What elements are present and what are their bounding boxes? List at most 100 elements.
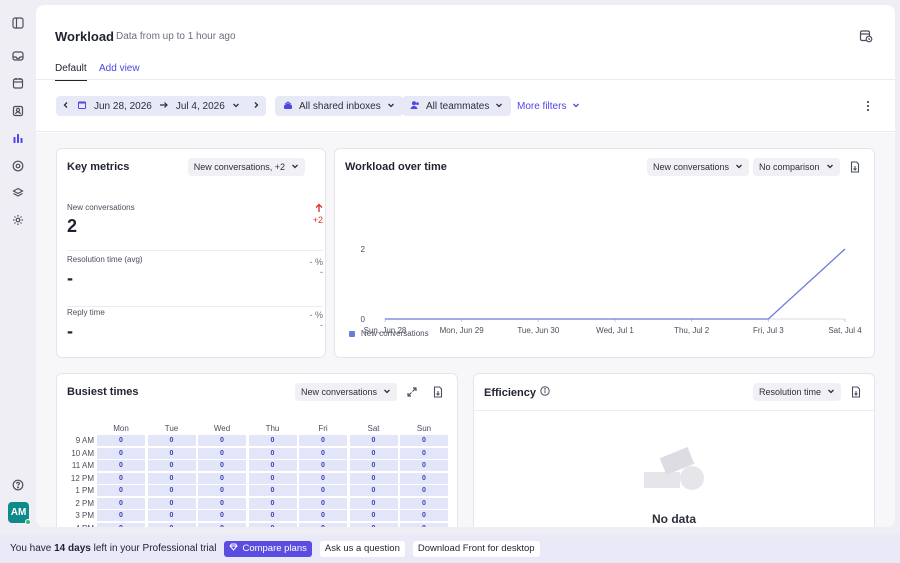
efficiency-metric-dropdown[interactable]: Resolution time <box>753 383 842 401</box>
x-tick-label: Thu, Jul 2 <box>674 326 710 335</box>
export-icon[interactable] <box>848 160 862 174</box>
sidebar-toggle-icon[interactable] <box>10 15 26 31</box>
next-week-button[interactable] <box>246 96 266 116</box>
schedule-report-icon[interactable] <box>859 29 873 43</box>
main-panel: Workload Data from up to 1 hour ago Defa… <box>36 5 895 527</box>
heatmap-cell[interactable]: 0 <box>147 435 196 447</box>
question-icon[interactable] <box>10 477 26 493</box>
heatmap-cell[interactable]: 0 <box>349 510 398 522</box>
heatmap-cell[interactable]: 0 <box>248 460 297 472</box>
heatmap-cell[interactable]: 0 <box>400 472 448 484</box>
heatmap-cell[interactable]: 0 <box>248 447 297 459</box>
date-end[interactable]: Jul 4, 2026 <box>176 101 225 112</box>
heatmap-cell[interactable]: 0 <box>299 510 347 522</box>
heatmap-cell[interactable]: 0 <box>349 522 398 527</box>
comparison-dropdown[interactable]: No comparison <box>753 158 840 176</box>
heatmap-cell[interactable]: 0 <box>198 447 246 459</box>
heatmap-cell[interactable]: 0 <box>400 460 448 472</box>
inboxes-filter[interactable]: All shared inboxes <box>275 96 403 116</box>
date-start[interactable]: Jun 28, 2026 <box>94 101 152 112</box>
teammates-filter-label: All teammates <box>426 100 490 112</box>
calendar-icon[interactable] <box>10 75 26 91</box>
teammates-icon <box>410 100 420 113</box>
heatmap-cell[interactable]: 0 <box>97 522 145 527</box>
heatmap-cell[interactable]: 0 <box>248 510 297 522</box>
heatmap-cell[interactable]: 0 <box>198 510 246 522</box>
heatmap-cell[interactable]: 0 <box>198 472 246 484</box>
heatmap-cell[interactable]: 0 <box>147 485 196 497</box>
tab-add-view[interactable]: Add view <box>99 63 140 74</box>
heatmap-cell[interactable]: 0 <box>400 522 448 527</box>
heatmap-cell[interactable]: 0 <box>248 472 297 484</box>
heatmap-cell[interactable]: 0 <box>248 485 297 497</box>
heatmap-cell[interactable]: 0 <box>349 447 398 459</box>
heatmap-cell[interactable]: 0 <box>97 485 145 497</box>
heatmap-cell[interactable]: 0 <box>147 510 196 522</box>
analytics-icon[interactable] <box>10 130 26 146</box>
heatmap-day-label: Thu <box>265 423 280 433</box>
heatmap-cell[interactable]: 0 <box>97 447 145 459</box>
teammates-filter[interactable]: All teammates <box>402 96 512 116</box>
heatmap-cell[interactable]: 0 <box>349 435 398 447</box>
heatmap-cell[interactable]: 0 <box>97 510 145 522</box>
chevron-left-icon[interactable] <box>62 101 70 112</box>
heatmap-cell[interactable]: 0 <box>248 435 297 447</box>
heatmap-cell[interactable]: 0 <box>299 447 347 459</box>
heatmap-cell[interactable]: 0 <box>400 435 448 447</box>
y-tick-label: 0 <box>361 315 366 324</box>
heatmap-cell[interactable]: 0 <box>349 460 398 472</box>
heatmap-cell[interactable]: 0 <box>299 460 347 472</box>
heatmap-cell[interactable]: 0 <box>198 435 246 447</box>
heatmap-cell[interactable]: 0 <box>97 472 145 484</box>
heatmap-cell[interactable]: 0 <box>299 472 347 484</box>
compare-plans-button[interactable]: Compare plans <box>224 540 312 557</box>
heatmap-cell[interactable]: 0 <box>198 460 246 472</box>
heatmap-cell[interactable]: 0 <box>147 472 196 484</box>
heatmap-cell[interactable]: 0 <box>147 522 196 527</box>
heatmap-cell[interactable]: 0 <box>147 460 196 472</box>
heatmap-cell[interactable]: 0 <box>400 485 448 497</box>
key-metrics-dropdown[interactable]: New conversations, +2 <box>187 158 305 176</box>
heatmap-cell[interactable]: 0 <box>400 510 448 522</box>
tab-default[interactable]: Default <box>55 63 87 82</box>
download-desktop-button[interactable]: Download Front for desktop <box>412 540 540 557</box>
workload-metric-dropdown[interactable]: New conversations <box>647 158 750 176</box>
heatmap-cell[interactable]: 0 <box>198 485 246 497</box>
heatmap-cell[interactable]: 0 <box>248 497 297 509</box>
heatmap-cell[interactable]: 0 <box>248 522 297 527</box>
metric-value: 2 <box>67 216 78 236</box>
heatmap-cell[interactable]: 0 <box>299 497 347 509</box>
help-circle-icon[interactable] <box>10 158 26 174</box>
x-tick-label: Wed, Jul 1 <box>596 326 634 335</box>
heatmap-cell[interactable]: 0 <box>349 472 398 484</box>
layers-icon[interactable] <box>10 185 26 201</box>
settings-icon[interactable] <box>10 212 26 228</box>
info-icon[interactable] <box>540 386 550 399</box>
heatmap-cell[interactable]: 0 <box>147 447 196 459</box>
heatmap-cell[interactable]: 0 <box>299 485 347 497</box>
more-options-icon[interactable] <box>866 100 870 115</box>
expand-icon[interactable] <box>405 385 419 399</box>
inbox-icon[interactable] <box>10 48 26 64</box>
contacts-icon[interactable] <box>10 103 26 119</box>
ask-question-button[interactable]: Ask us a question <box>319 540 405 557</box>
heatmap-cell[interactable]: 0 <box>97 460 145 472</box>
export-icon[interactable] <box>431 385 445 399</box>
date-range-picker[interactable]: Jun 28, 2026 Jul 4, 2026 <box>56 96 266 116</box>
heatmap-cell[interactable]: 0 <box>349 497 398 509</box>
avatar[interactable]: AM <box>8 502 31 525</box>
heatmap-cell[interactable]: 0 <box>400 447 448 459</box>
heatmap-cell[interactable]: 0 <box>400 497 448 509</box>
more-filters-button[interactable]: More filters <box>517 101 580 112</box>
heatmap-cell[interactable]: 0 <box>198 497 246 509</box>
heatmap-cell[interactable]: 0 <box>299 435 347 447</box>
heatmap-cell[interactable]: 0 <box>198 522 246 527</box>
export-icon[interactable] <box>849 385 863 399</box>
heatmap-cell[interactable]: 0 <box>97 497 145 509</box>
heatmap-cell[interactable]: 0 <box>147 497 196 509</box>
heatmap-row: 4 PM0000000 <box>65 522 451 527</box>
heatmap-cell[interactable]: 0 <box>299 522 347 527</box>
heatmap-cell[interactable]: 0 <box>349 485 398 497</box>
heatmap-cell[interactable]: 0 <box>97 435 145 447</box>
busiest-metric-dropdown[interactable]: New conversations <box>295 383 398 401</box>
